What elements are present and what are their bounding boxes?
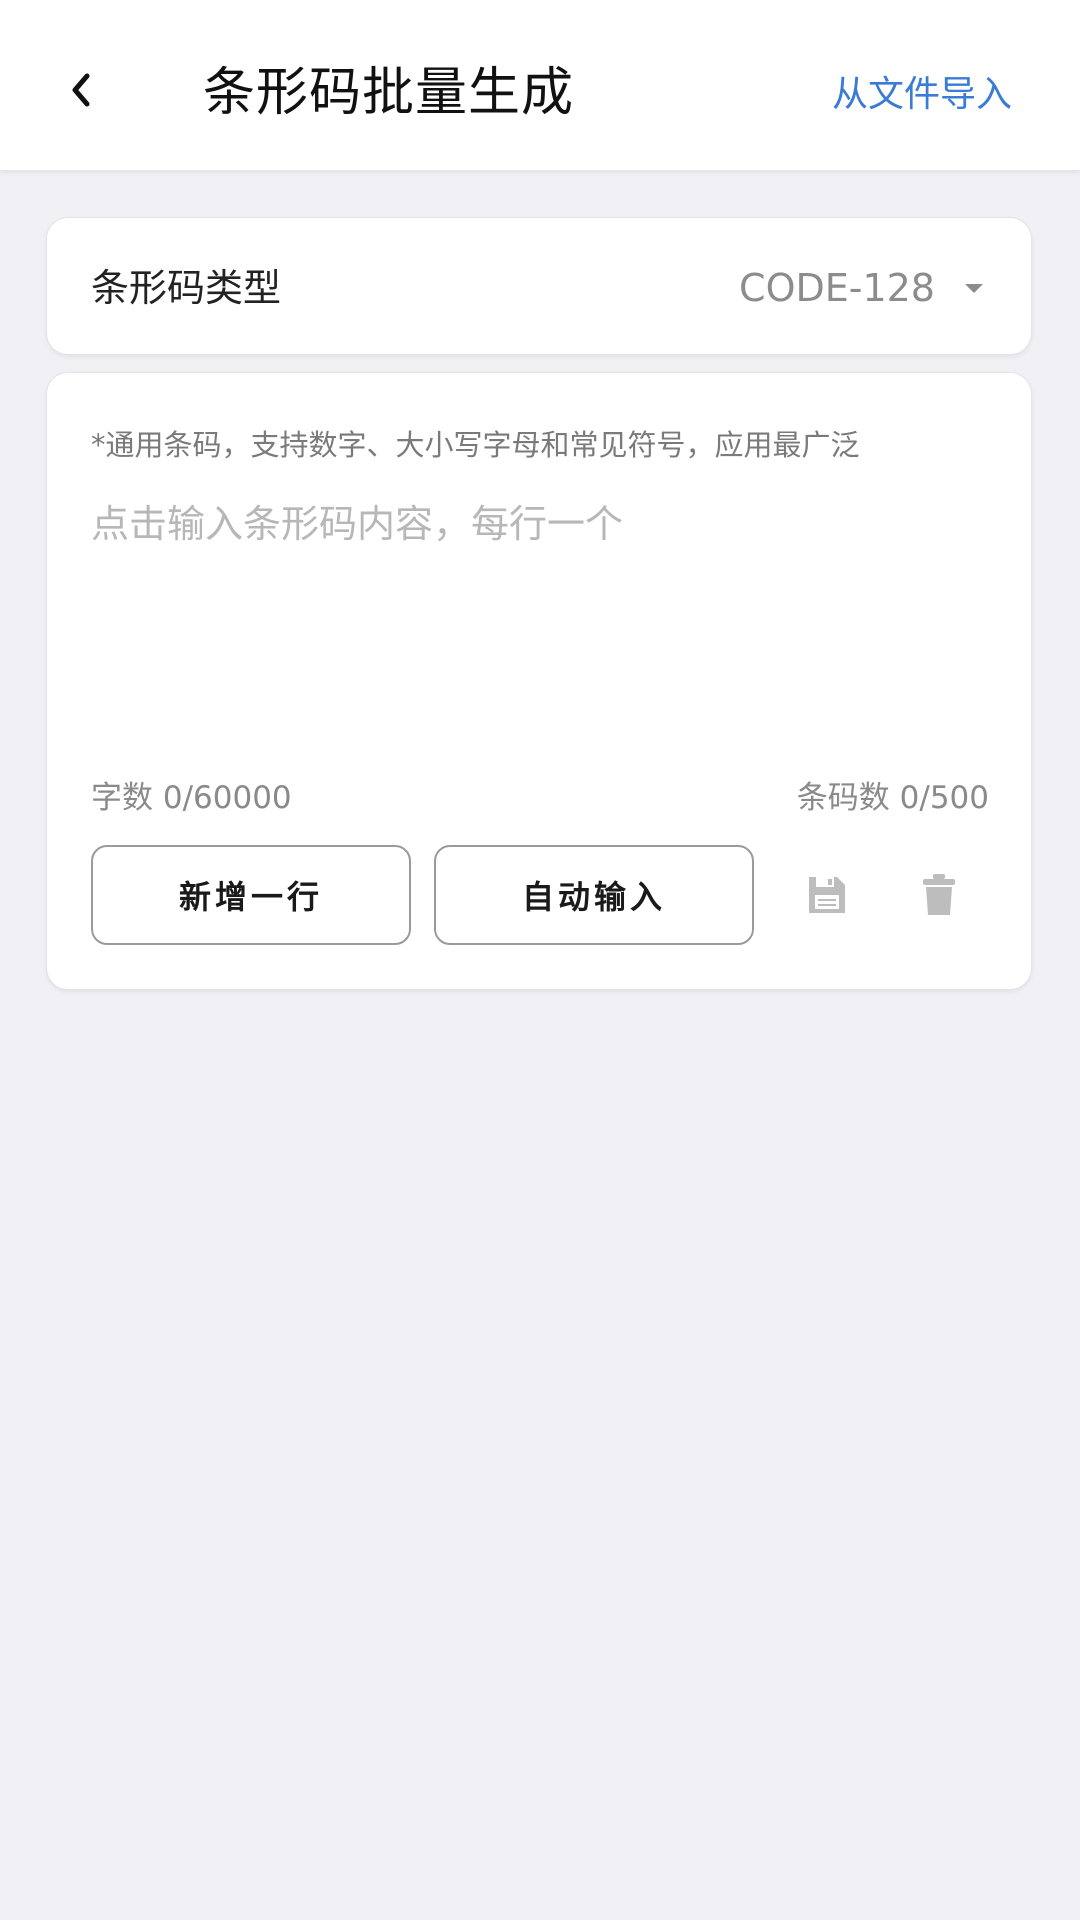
chevron-left-icon xyxy=(72,73,90,107)
trash-icon xyxy=(923,874,955,915)
barcode-type-card: 条形码类型 CODE-128 xyxy=(46,217,1032,355)
back-button[interactable] xyxy=(50,60,110,120)
floppy-disk-icon xyxy=(809,877,845,913)
barcode-content-input[interactable] xyxy=(87,498,995,728)
char-count: 字数 0/60000 xyxy=(91,780,292,816)
save-button[interactable] xyxy=(799,867,855,923)
delete-button[interactable] xyxy=(911,867,967,923)
barcode-type-select[interactable]: CODE-128 xyxy=(739,262,983,314)
barcode-input-card: *通用条码，支持数字、大小写字母和常见符号，应用最广泛 字数 0/60000 条… xyxy=(46,372,1032,990)
caret-down-icon xyxy=(965,283,983,293)
import-from-file-link[interactable]: 从文件导入 xyxy=(832,70,1012,120)
auto-input-button[interactable]: 自动输入 xyxy=(434,845,754,945)
barcode-count: 条码数 0/500 xyxy=(796,780,989,816)
barcode-type-value: CODE-128 xyxy=(739,266,935,310)
barcode-type-label: 条形码类型 xyxy=(91,266,282,310)
barcode-type-hint: *通用条码，支持数字、大小写字母和常见符号，应用最广泛 xyxy=(91,428,860,462)
app-header: 条形码批量生成 从文件导入 xyxy=(0,0,1080,171)
add-row-button[interactable]: 新增一行 xyxy=(91,845,411,945)
page-title: 条形码批量生成 xyxy=(203,63,575,123)
